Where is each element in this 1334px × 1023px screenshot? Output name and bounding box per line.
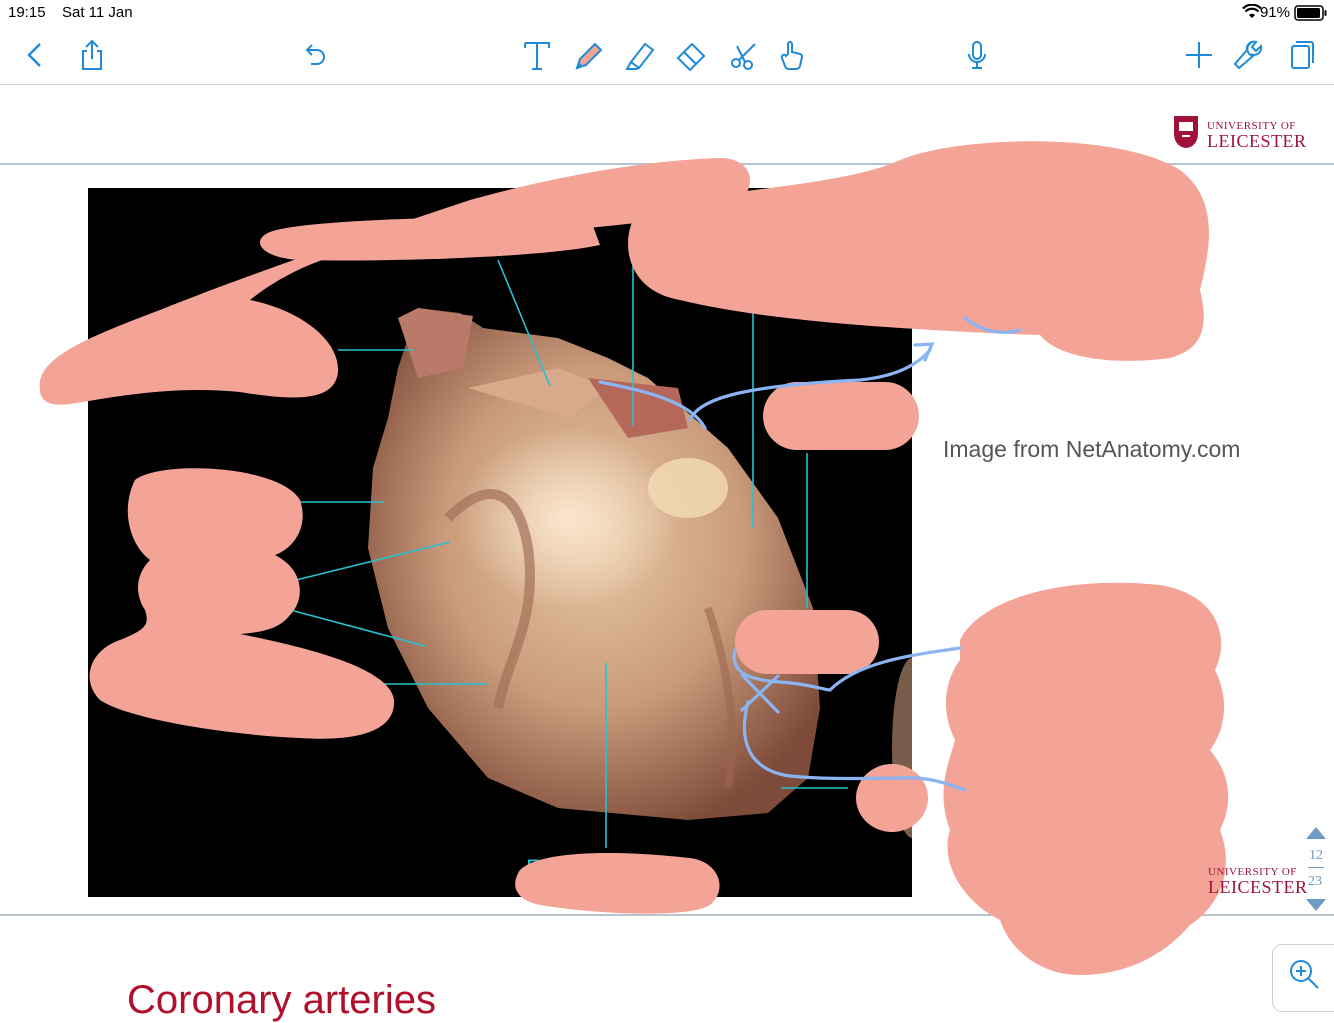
page-down-icon[interactable] [1306, 898, 1326, 917]
scribble-label-mid-right [763, 382, 919, 450]
total-pages: 23 [1308, 874, 1322, 889]
scribble-top-center [260, 217, 600, 261]
zoom-button[interactable] [1272, 944, 1334, 1012]
scribble-bottom-right [943, 582, 1229, 975]
scribble-label-lower-center [735, 610, 879, 674]
page-up-icon[interactable] [1306, 826, 1326, 845]
scribble-left-group [89, 468, 395, 739]
page-navigator[interactable]: 12 23 [1302, 826, 1330, 916]
zoom-in-icon [1287, 957, 1321, 996]
page-separator [1308, 867, 1324, 868]
scribble-dot [856, 764, 928, 832]
annotation-overlay[interactable] [0, 0, 1334, 1001]
current-page-number: 12 [1309, 848, 1323, 863]
logo-bottom-line2: LEICESTER [1208, 877, 1308, 897]
scribble-bottom-label [515, 853, 720, 914]
university-logo-bottom: UNIVERSITY OF LEICESTER [1208, 866, 1308, 896]
